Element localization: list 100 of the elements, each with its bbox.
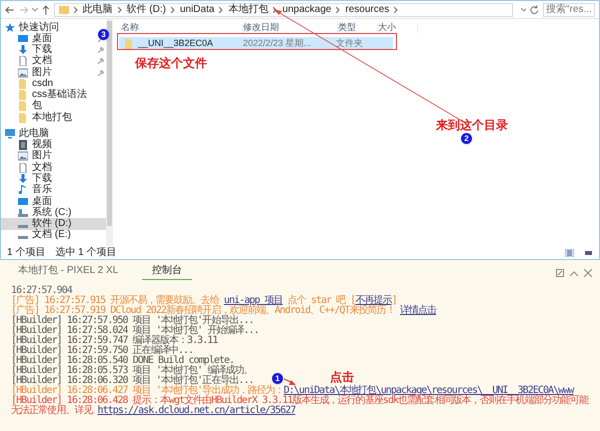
selection-count: 选中 1 个项目 <box>55 248 116 258</box>
nav-item[interactable]: 下载 <box>32 174 52 184</box>
log-line: 16:27:57.904 <box>11 286 72 296</box>
log-line: [HBuilder] 16:27:57.950 项目 '本地打包'开始导出... <box>11 316 254 326</box>
folder-icon <box>18 90 28 100</box>
chevron-icon[interactable] <box>170 6 175 12</box>
folder-icon <box>18 78 28 89</box>
breadcrumb-item[interactable]: uniData <box>180 4 214 14</box>
nav-item-highlight[interactable]: 软件 (D:) <box>1 218 106 230</box>
breadcrumb-item[interactable]: 此电脑 <box>82 4 112 14</box>
file-row[interactable]: __UNI__3B2EC0A 2022/2/23 星期... 文件夹 <box>119 37 393 50</box>
up-icon[interactable] <box>42 4 50 14</box>
annotation-note: 来到这个目录 <box>436 119 508 131</box>
nav-item[interactable]: 系统 (C:) <box>32 208 72 218</box>
music-icon <box>18 185 28 196</box>
number-badge: 3 <box>98 29 109 40</box>
file-name: __UNI__3B2EC0A <box>138 39 214 48</box>
item-count: 1 个项目 <box>7 248 46 258</box>
log-line: [HBuilder] 16:27:59.747 编译器版本：3.3.11 <box>11 336 218 346</box>
nav-item[interactable]: 快速访问 <box>19 22 59 32</box>
log-link[interactable]: D:\uniData\本地打包\unpackage\resources\__UNI__3B2EC0A\www <box>284 385 574 396</box>
folder-icon <box>18 112 28 123</box>
address-bar[interactable]: 此电脑 软件 (D:) uniData 本地打包 unpackage resources <box>54 2 513 16</box>
collapse-icon[interactable] <box>584 269 592 277</box>
film-icon <box>18 140 28 150</box>
file-date: 2022/2/23 星期... <box>243 38 312 48</box>
nav-item[interactable]: 图片 <box>32 151 52 162</box>
document-icon <box>18 56 28 66</box>
chevron-icon[interactable] <box>394 6 398 12</box>
nav-item[interactable]: 包 <box>32 101 42 112</box>
log-link[interactable]: uni-app 项目 <box>224 295 283 306</box>
details-view-icon[interactable] <box>565 248 574 256</box>
nav-item[interactable]: 软件 (D:) <box>32 219 72 230</box>
number-badge: 2 <box>461 133 472 144</box>
log-line: [广告] 16:27:57.915 开源不易，需要鼓励。去给 uni-app 项目 点个 star 吧 [不再提示] <box>11 296 397 306</box>
download-icon <box>18 174 28 184</box>
desktop-icon <box>18 196 28 206</box>
log-line: [HBuilder] 16:28:06.320 项目 '本地打包'正在导出... <box>11 376 254 386</box>
caret-up-icon[interactable] <box>570 270 578 276</box>
log-link[interactable]: 详情点击 <box>400 305 436 316</box>
nav-item[interactable]: 图片 <box>32 68 52 78</box>
nav-item[interactable]: 桌面 <box>32 196 52 206</box>
dropdown-icon[interactable] <box>520 8 526 12</box>
annotation-note: 保存这个文件 <box>135 57 207 69</box>
refresh-icon[interactable] <box>530 5 539 14</box>
nav-item[interactable]: csdn <box>32 78 54 89</box>
nav-item[interactable]: 文档 <box>32 162 52 173</box>
chevron-icon[interactable] <box>273 6 278 12</box>
nav-item[interactable]: css基础语法 <box>32 90 87 100</box>
document-icon <box>18 162 28 173</box>
console-tab[interactable]: 控制台 <box>142 266 192 280</box>
star-icon <box>5 22 15 32</box>
folder-icon <box>18 101 28 112</box>
column-header[interactable]: 类型 <box>338 23 378 33</box>
nav-item[interactable]: 文档 <box>32 56 52 66</box>
nav-item[interactable]: 文档 (E:) <box>32 230 71 240</box>
log-line: [HBuilder] 16:28:06.428 提示：本wgt文件由HBuilderX 3.3.11版本生成，运行的基座sdk也需配套相同版本，否则在手机端部分功能可能无法正常使用。详见 https://ask.dcloud.net.cn/article/35627 <box>11 396 590 416</box>
nav-item[interactable]: 音乐 <box>32 185 52 196</box>
nav-item[interactable]: 本地打包 <box>32 112 72 123</box>
nav-item[interactable]: 此电脑 <box>19 128 49 139</box>
picture-icon <box>18 151 28 162</box>
desktop-icon <box>18 34 28 44</box>
column-header[interactable]: 大小 <box>378 23 418 33</box>
nav-item[interactable]: 视频 <box>32 140 52 150</box>
window-icon[interactable] <box>556 269 564 277</box>
console-tab[interactable]: 本地打包 - PIXEL 2 XL <box>8 266 128 280</box>
log-line: [HBuilder] 16:28:05.573 项目 '本地打包' 编译成功。 <box>11 366 253 376</box>
log-line: [HBuilder] 16:28:05.540 DONE Build complete. <box>11 356 234 366</box>
breadcrumb-item[interactable]: resources <box>345 4 390 14</box>
chevron-icon[interactable] <box>219 6 224 12</box>
file-type: 文件夹 <box>336 39 363 48</box>
drive-icon <box>18 208 28 218</box>
nav-item[interactable]: 桌面 <box>32 34 52 44</box>
nav-item[interactable]: 下载 <box>32 44 52 55</box>
column-header[interactable]: 修改日期 <box>243 23 338 33</box>
log-line: [广告] 16:27:57.919 DCloud 2022新春招聘开启，欢迎前端、Android、C++/QT来投简历！ 详情点击 <box>11 306 436 316</box>
dropdown-icon[interactable] <box>32 8 38 12</box>
breadcrumb-item[interactable]: unpackage <box>282 4 332 14</box>
log-line: [HBuilder] 16:28:06.427 项目 '本地打包'导出成功，路径为：D:\uniData\本地打包\unpackage\resources\__UNI__3B2EC0A\www <box>11 386 574 396</box>
search-field[interactable]: 搜索"res... <box>543 2 595 16</box>
log-link[interactable]: https://ask.dcloud.net.cn/article/35627 <box>98 405 296 416</box>
annotation-note: 点击 <box>330 371 354 383</box>
folder-icon <box>58 5 68 14</box>
tiles-view-icon[interactable] <box>584 248 593 256</box>
picture-icon <box>18 68 28 78</box>
breadcrumb-item[interactable]: 本地打包 <box>228 4 268 14</box>
scrollbar[interactable] <box>106 19 113 246</box>
arrow <box>284 378 296 385</box>
back-icon[interactable] <box>5 6 15 14</box>
computer-icon <box>5 128 15 139</box>
chevron-icon[interactable] <box>74 6 78 12</box>
log-line: [HBuilder] 16:27:59.750 正在编译中... <box>11 346 194 356</box>
column-header[interactable]: 名称 <box>121 23 243 33</box>
log-link[interactable]: 不再提示 <box>355 295 392 306</box>
chevron-icon[interactable] <box>118 6 122 12</box>
chevron-icon[interactable] <box>336 6 340 12</box>
breadcrumb-item[interactable]: 软件 (D:) <box>126 4 166 14</box>
download-icon <box>18 44 28 55</box>
folder-icon <box>124 38 134 48</box>
log-line: [HBuilder] 16:27:58.024 项目 '本地打包' 开始编译... <box>11 326 259 336</box>
